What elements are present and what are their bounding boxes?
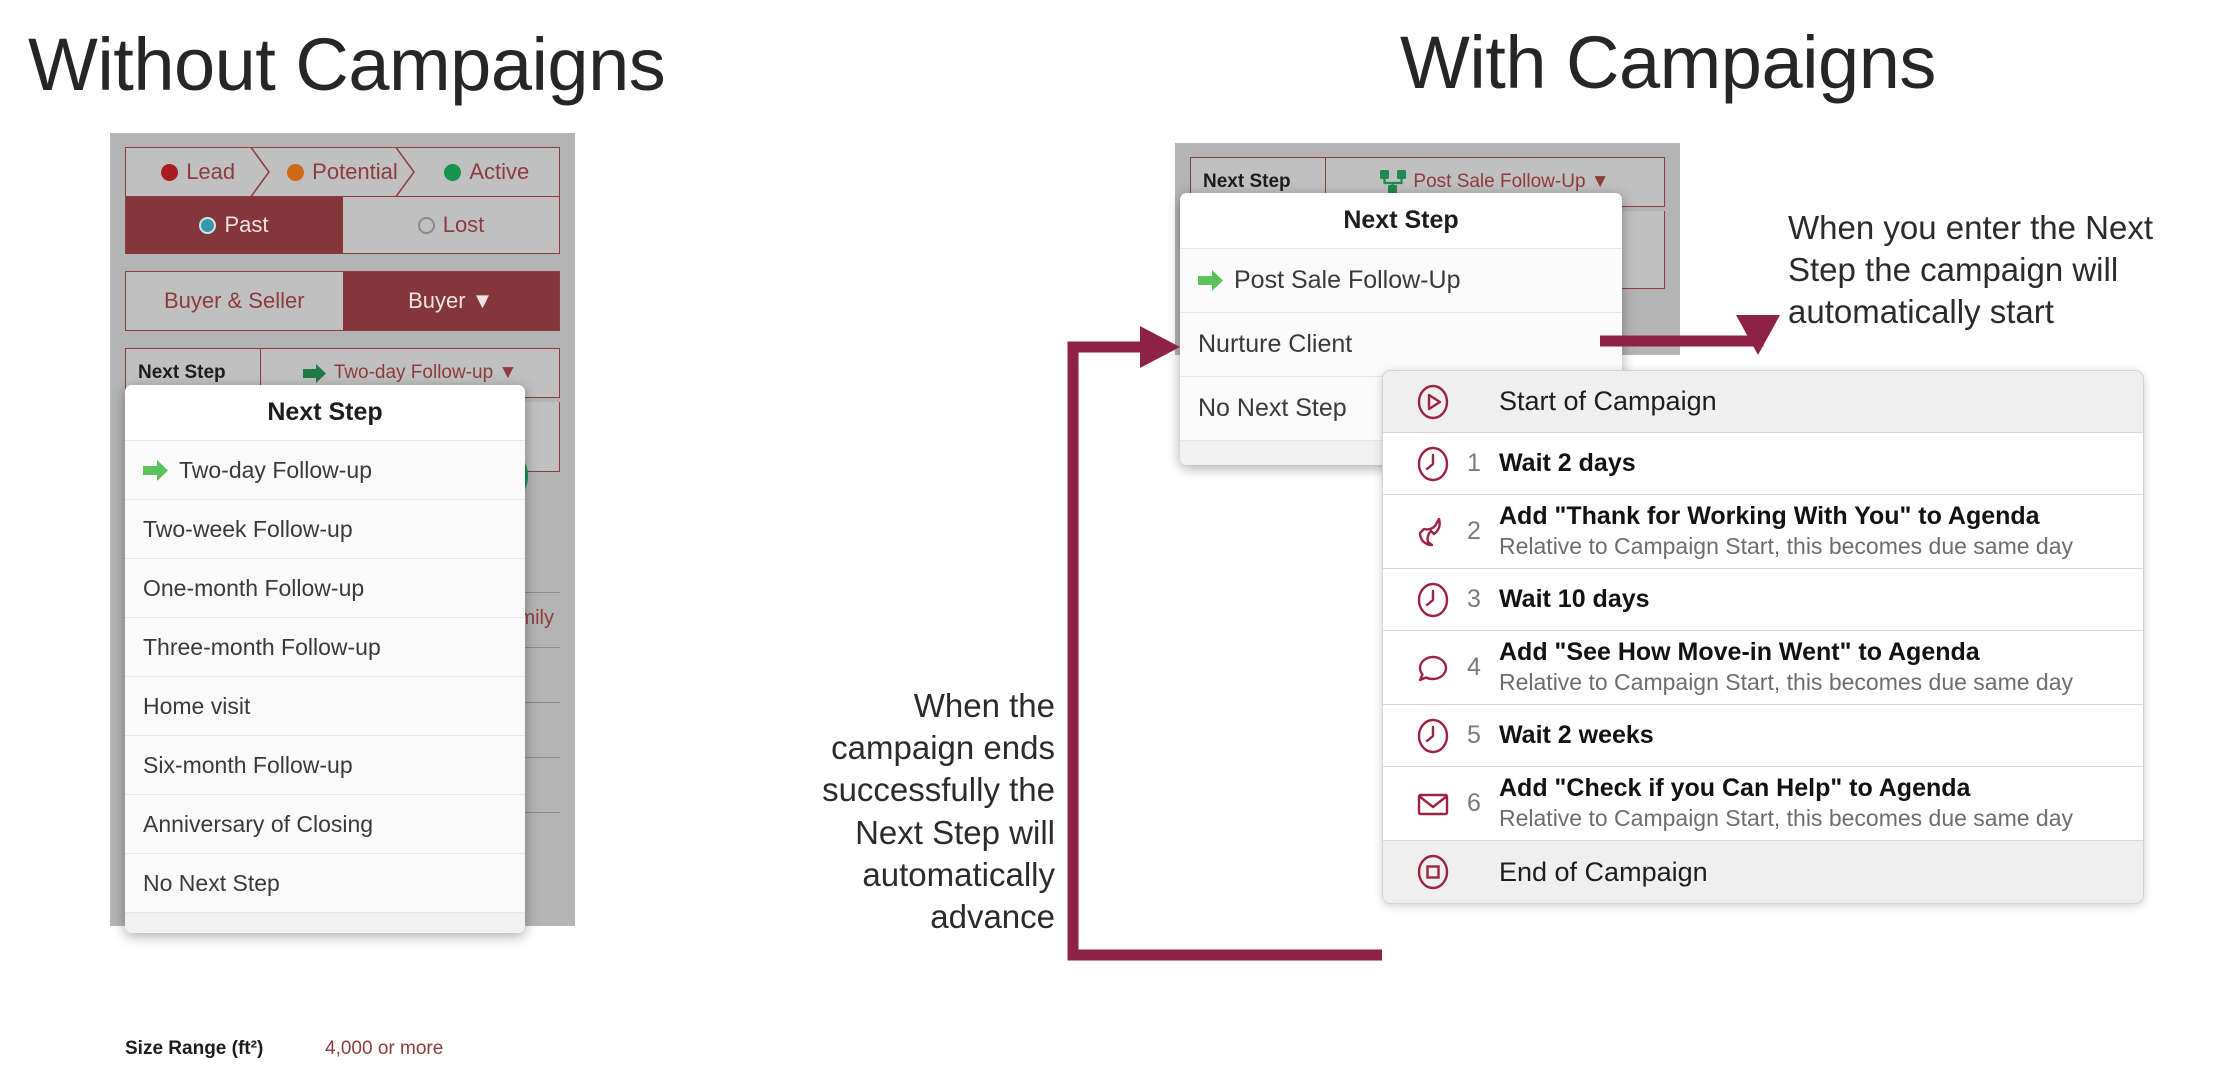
annotation-campaign-end-advance: When the campaign ends successfully the … [822, 687, 1055, 936]
connector-campaign-end-advance [1067, 326, 1382, 961]
size-range-value: 4,000 or more [325, 1038, 444, 1059]
size-range-label: Size Range (ft²) [125, 1038, 264, 1059]
size-range-row: Size Range (ft²) 4,000 or more [125, 1038, 560, 1072]
annotation-enter-next-step: When you enter the Next Step the campaig… [1788, 209, 2154, 331]
